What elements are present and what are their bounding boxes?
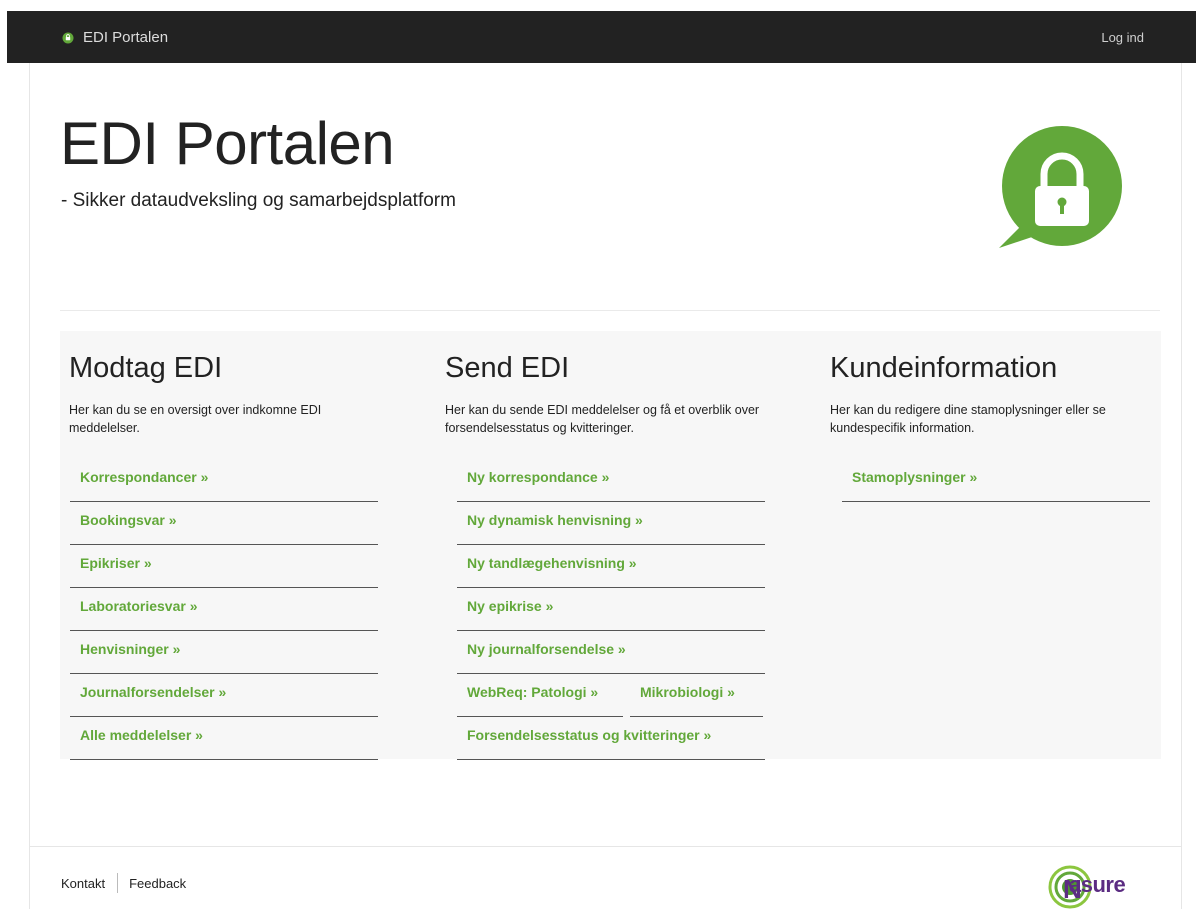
column-title: Send EDI <box>445 352 570 384</box>
column-description: Her kan du redigere dine stamoplysninger… <box>830 403 1106 435</box>
column-description: Her kan du se en oversigt over indkomne … <box>69 403 322 435</box>
link-henvisninger[interactable]: Henvisninger » <box>70 631 378 674</box>
link-ny-journalforsendelse[interactable]: Ny journalforsendelse » <box>457 631 765 674</box>
secure-chat-lock-icon <box>999 126 1122 248</box>
page-subtitle: - Sikker dataudveksling og samarbejdspla… <box>61 190 456 211</box>
link-journalforsendelser[interactable]: Journalforsendelser » <box>70 674 378 717</box>
brand-name: EDI Portalen <box>83 28 169 46</box>
footer-divider <box>30 846 1181 847</box>
column-title: Kundeinformation <box>830 352 1058 384</box>
webreq-row: WebReq: Patologi » Mikrobiologi » <box>457 674 765 717</box>
link-ny-dynamisk-henvisning[interactable]: Ny dynamisk henvisning » <box>457 502 765 545</box>
login-link[interactable]: Log ind <box>1101 11 1144 63</box>
nasure-wordmark: asure <box>1069 872 1126 897</box>
chat-lock-icon <box>62 32 74 44</box>
column-description: Her kan du sende EDI meddelelser og få e… <box>445 403 760 435</box>
link-list: Stamoplysninger » <box>842 459 1150 502</box>
top-navbar: EDI Portalen Log ind <box>7 11 1196 63</box>
link-laboratoriesvar[interactable]: Laboratoriesvar » <box>70 588 378 631</box>
link-forsendelsesstatus[interactable]: Forsendelsesstatus og kvitteringer » <box>457 717 765 760</box>
hero-divider <box>60 310 1160 311</box>
feedback-link[interactable]: Feedback <box>129 876 186 891</box>
link-korrespondancer[interactable]: Korrespondancer » <box>70 459 378 502</box>
link-ny-korrespondance[interactable]: Ny korrespondance » <box>457 459 765 502</box>
left-frame-line <box>29 63 30 909</box>
footer-links: Kontakt Feedback <box>61 873 186 893</box>
link-stamoplysninger[interactable]: Stamoplysninger » <box>842 459 1150 502</box>
link-webreq-patologi[interactable]: WebReq: Patologi » <box>457 674 623 717</box>
link-mikrobiologi[interactable]: Mikrobiologi » <box>630 674 763 717</box>
brand-link[interactable]: EDI Portalen <box>62 11 168 63</box>
link-ny-tandlaegehenvisning[interactable]: Ny tandlægehenvisning » <box>457 545 765 588</box>
link-ny-epikrise[interactable]: Ny epikrise » <box>457 588 765 631</box>
actions-panel: Modtag EDI Her kan du se en oversigt ove… <box>60 331 1161 760</box>
link-epikriser[interactable]: Epikriser » <box>70 545 378 588</box>
page-title: EDI Portalen <box>60 110 395 177</box>
contact-link[interactable]: Kontakt <box>61 876 105 891</box>
link-alle-meddelelser[interactable]: Alle meddelelser » <box>70 717 378 760</box>
footer-separator <box>117 873 119 893</box>
link-bookingsvar[interactable]: Bookingsvar » <box>70 502 378 545</box>
link-list: Ny korrespondance » Ny dynamisk henvisni… <box>457 459 765 760</box>
right-frame-line <box>1181 63 1182 909</box>
column-title: Modtag EDI <box>69 352 223 384</box>
link-list: Korrespondancer » Bookingsvar » Epikrise… <box>70 459 378 760</box>
